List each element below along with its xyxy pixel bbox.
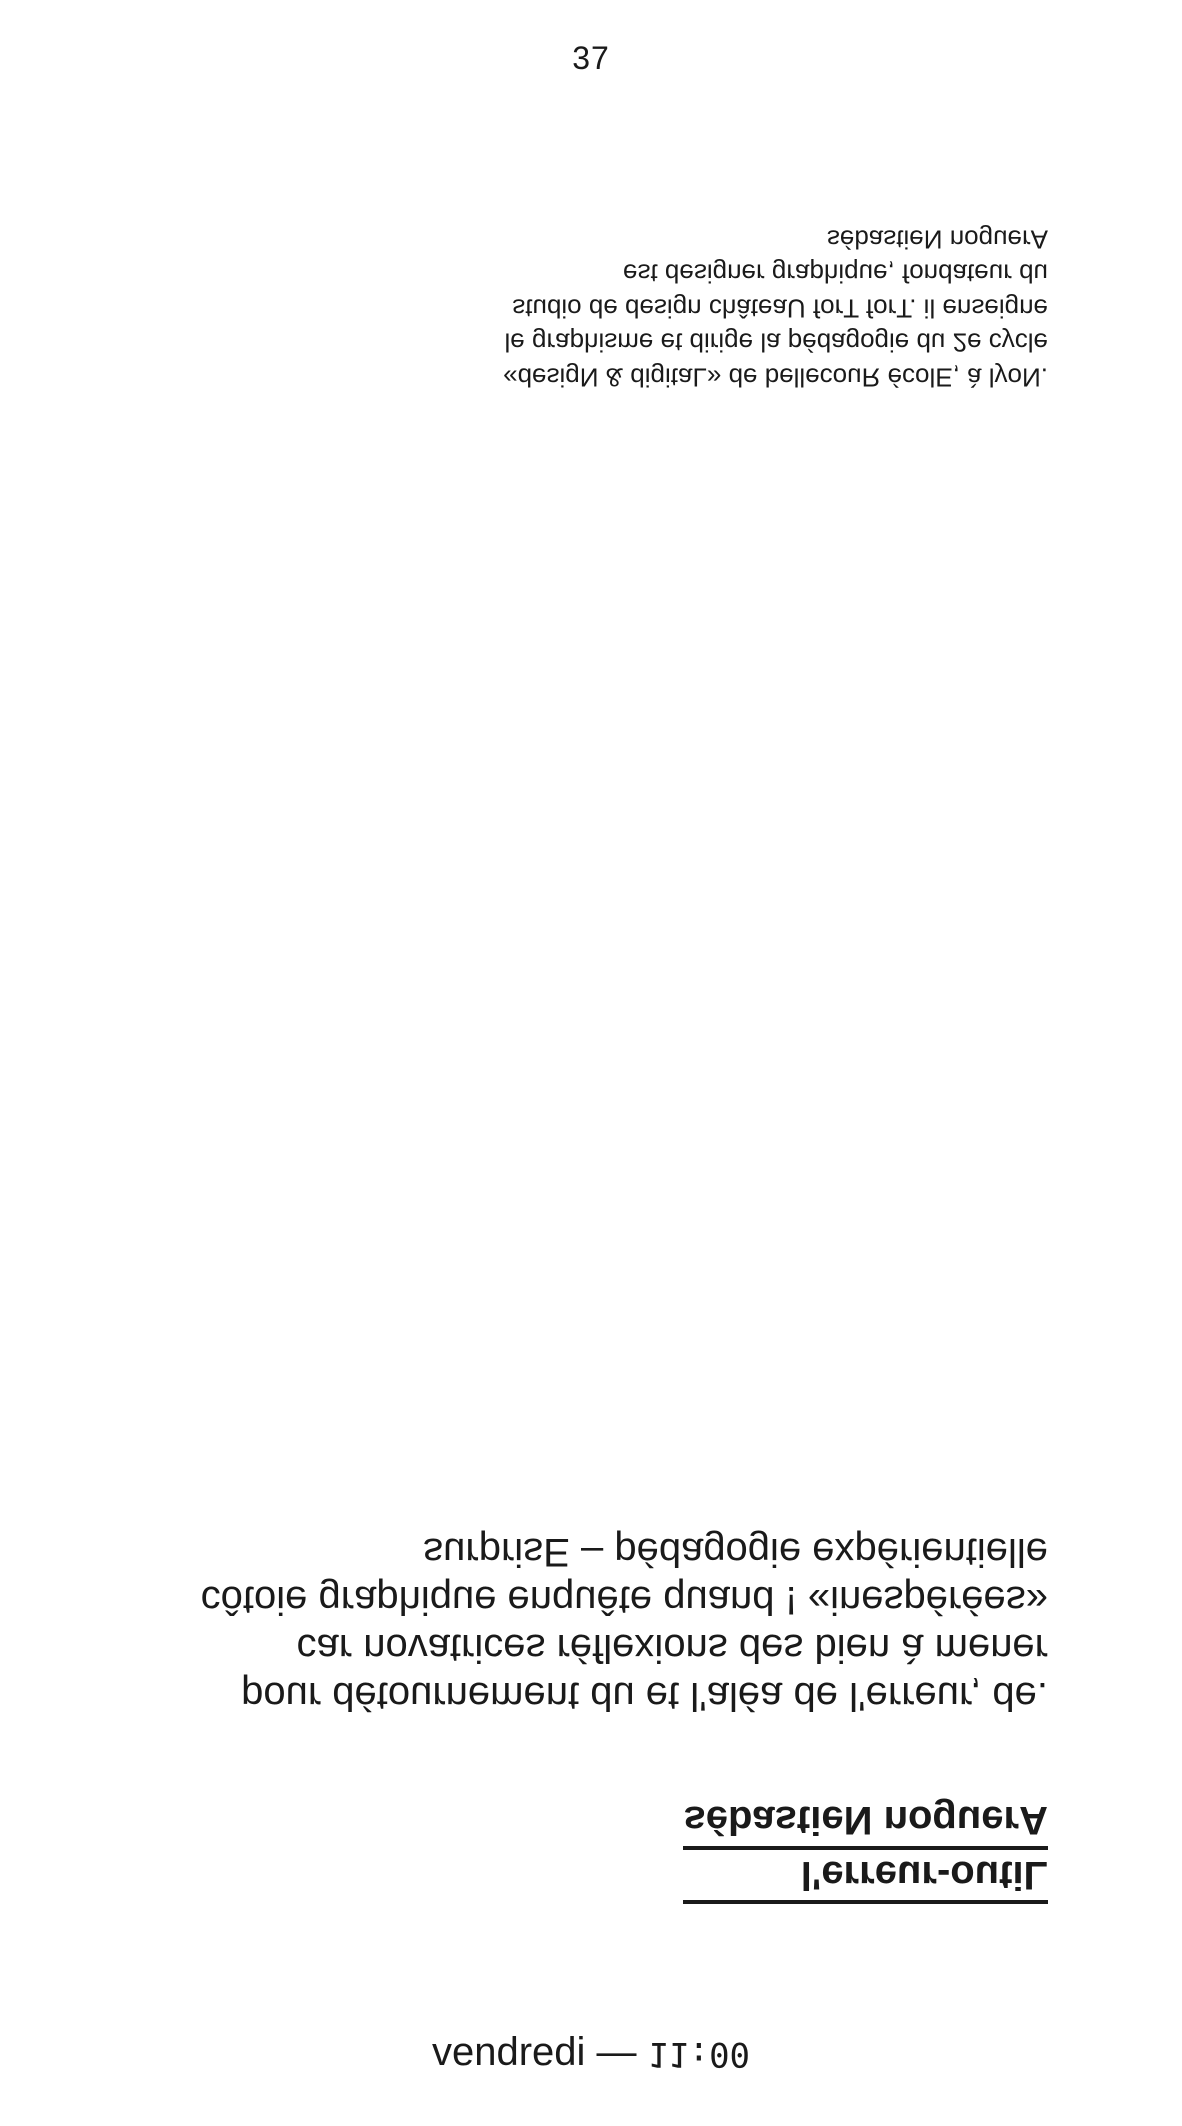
abstract-line: côtoie graphique enquête quand ! «inespé… [200, 1578, 1048, 1622]
abstract-line: pour détournement du et l'aléa de l'erre… [241, 1674, 1048, 1718]
talk-heading: sébastieN noguerA l'erreur-outiL [683, 1790, 1048, 1904]
bio-line: le graphisme et dirige la pédagogie du 2… [504, 328, 1048, 358]
page-number: 37 [572, 40, 610, 76]
bio-line: sébastieN noguerA [826, 224, 1048, 255]
schedule-day: vendredi — [431, 2030, 637, 2074]
bio-line: est designer graphique, fondateur du [623, 259, 1048, 289]
abstract-line: surprisE – pédagogie expérientielle [423, 1530, 1048, 1574]
bio-line: «desigN & digitaL» de bellecouR écolE, à… [503, 362, 1048, 393]
schedule: vendredi — 11:00 [0, 2030, 1182, 2075]
abstract-line: car novatrices réflexions des bien à men… [296, 1626, 1048, 1670]
schedule-time: 11:00 [647, 2034, 751, 2074]
author-bio: «desigN & digitaL» de bellecouR écolE, à… [408, 222, 1048, 395]
talk-abstract: pour détournement du et l'aléa de l'erre… [148, 1528, 1048, 1720]
bio-line: studio de design châteaU forT forT. il e… [512, 293, 1048, 324]
talk-title: l'erreur-outiL [683, 1850, 1048, 1904]
author-name: sébastieN noguerA [683, 1790, 1048, 1850]
